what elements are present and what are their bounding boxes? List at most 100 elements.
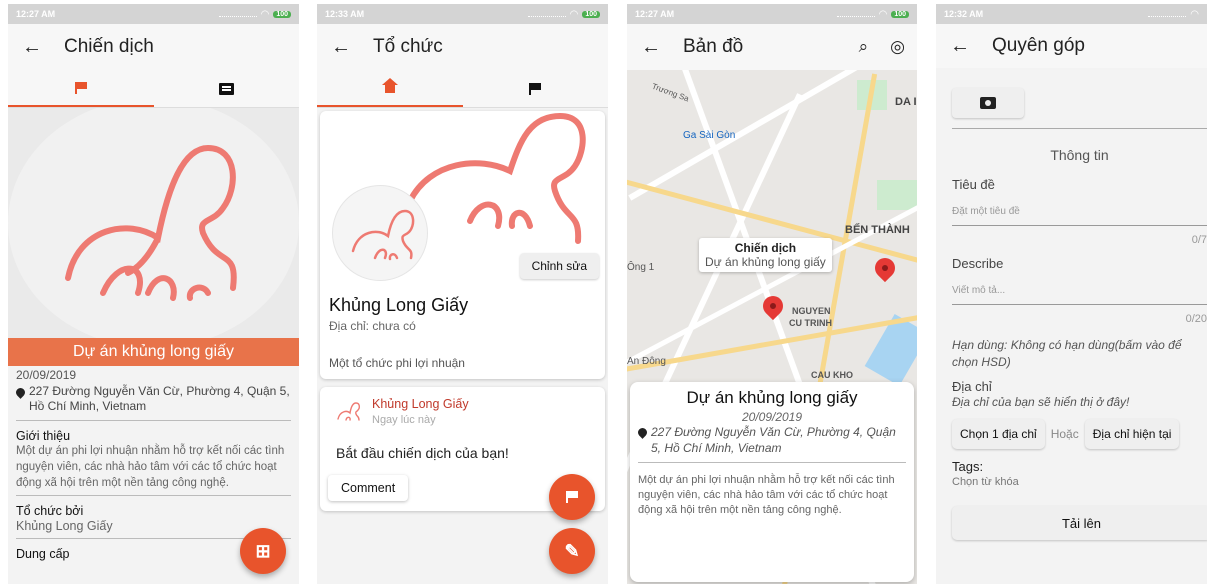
campaign-marker-icon[interactable] — [870, 253, 900, 283]
tab-bar — [8, 70, 299, 108]
app-bar: ← Tổ chức — [317, 24, 608, 70]
page-title: Quyên góp — [992, 35, 1085, 56]
comment-button[interactable]: Comment — [328, 475, 409, 501]
signal-icon — [218, 11, 257, 17]
wifi-icon: ◠ — [260, 8, 270, 20]
status-time: 12:32 AM — [944, 9, 984, 19]
add-comment-icon: ⊞ — [255, 540, 271, 561]
intro-text: Một dự án phi lợi nhuận nhằm hỗ trợ kết … — [16, 443, 291, 496]
status-time: 12:33 AM — [325, 9, 365, 19]
map-info-window[interactable]: Chiến dịch Dự án khủng long giấy — [699, 238, 832, 272]
message-icon — [218, 82, 234, 95]
donation-form: Thông tin Tiêu đề Đặt một tiêu đề 0/7 De… — [936, 88, 1207, 540]
campaign-banner: Dự án khủng long giấy — [8, 338, 299, 366]
wifi-icon: ◠ — [878, 8, 888, 20]
title-input[interactable]: Đặt một tiêu đề — [952, 206, 1207, 226]
back-arrow-icon[interactable]: ← — [22, 36, 42, 59]
flag-icon — [74, 81, 87, 94]
expiry-picker[interactable]: Hạn dùng: Không có hạn dùng(bấm vào để c… — [952, 337, 1207, 371]
dinosaur-avatar-icon — [351, 209, 415, 261]
campaign-image — [8, 108, 299, 338]
title-counter: 0/7 — [1191, 234, 1207, 246]
tags-picker[interactable]: Chọn từ khóa — [952, 476, 1207, 488]
location-pin-icon — [636, 426, 649, 439]
add-photo-button[interactable] — [952, 88, 1024, 118]
title-label: Tiêu đề — [952, 177, 995, 192]
tab-bar — [317, 70, 608, 108]
screen-campaign: 12:27 AM ◠ 100 ← Chiến dịch Dự án khủng l… — [8, 4, 299, 584]
organization-card: Chỉnh sửa Khủng Long Giấy Địa chỉ: chưa … — [320, 111, 605, 379]
screen-donation: 12:32 AM ◠ ← Quyên góp Thông tin Tiêu đề… — [936, 4, 1207, 584]
organization-name: Khủng Long Giấy — [329, 295, 469, 315]
organization-address: Địa chỉ: chưa có — [329, 319, 416, 333]
tab-campaigns[interactable] — [463, 70, 609, 107]
signal-icon — [1148, 11, 1187, 17]
app-bar: ← Bản đồ ⌕ ◎ — [627, 24, 917, 70]
status-bar: 12:33 AM ◠ 100 — [317, 4, 608, 24]
campaign-address: 227 Đường Nguyễn Văn Cừ, Phường 4, Quận … — [14, 384, 291, 421]
address-label: Địa chỉ — [952, 379, 992, 394]
choose-address-button[interactable]: Chọn 1 địa chỉ — [952, 419, 1045, 449]
my-location-icon[interactable]: ◎ — [890, 37, 905, 57]
tab-messages[interactable] — [154, 70, 300, 107]
post-author[interactable]: Khủng Long Giấy — [372, 397, 469, 411]
edit-button[interactable]: Chỉnh sửa — [519, 253, 599, 279]
battery-icon: 100 — [582, 10, 600, 18]
back-arrow-icon[interactable]: ← — [331, 36, 351, 59]
map-label: DA I — [895, 96, 917, 108]
status-time: 12:27 AM — [16, 9, 56, 19]
wifi-icon: ◠ — [569, 8, 579, 20]
back-arrow-icon[interactable]: ← — [950, 35, 970, 58]
app-bar: ← Chiến dịch — [8, 24, 299, 70]
address-note: Địa chỉ của bạn sẽ hiển thị ở đây! — [952, 395, 1130, 409]
map-label: CAU KHO — [811, 370, 853, 380]
describe-label: Describe — [952, 256, 1004, 271]
card-address: 227 Đường Nguyễn Văn Cừ, Phường 4, Quận … — [636, 424, 906, 463]
flag-icon — [566, 491, 578, 503]
describe-counter: 0/20 — [1185, 313, 1207, 325]
add-comment-fab[interactable]: ⊞ — [240, 528, 286, 574]
tab-home[interactable] — [317, 70, 463, 107]
tab-campaign[interactable] — [8, 70, 154, 107]
upload-button[interactable]: Tải lên — [952, 506, 1207, 540]
screen-organization: 12:33 AM ◠ 100 ← Tổ chức Chỉnh sửa Khủng … — [317, 4, 608, 584]
battery-icon: 100 — [273, 10, 291, 18]
map-label: CU TRINH — [789, 318, 832, 328]
card-description: Một dự án phi lợi nhuận nhằm hỗ trợ kết … — [638, 474, 895, 516]
map-view[interactable]: Trương Sa Ga Sài Gòn BẾN THÀNH DA I Ông … — [627, 70, 917, 584]
campaign-date: 20/09/2019 — [16, 368, 77, 382]
screen-map: 12:27 AM ◠ 100 ← Bản đồ ⌕ ◎ Trương Sa Ga … — [627, 4, 917, 584]
back-arrow-icon[interactable]: ← — [641, 36, 661, 59]
signal-icon — [527, 11, 566, 17]
post-avatar-icon — [337, 402, 361, 421]
search-icon[interactable]: ⌕ — [859, 37, 869, 57]
wifi-icon: ◠ — [1190, 8, 1199, 20]
page-title: Bản đồ — [683, 36, 744, 57]
intro-title: Giới thiệu — [16, 429, 71, 443]
info-window-subtitle: Dự án khủng long giấy — [705, 255, 826, 269]
campaign-marker-icon[interactable] — [758, 291, 788, 321]
post-time: Ngay lúc này — [372, 414, 436, 426]
describe-input[interactable]: Viết mô tả... — [952, 285, 1207, 305]
organizer-title: Tổ chức bởi — [16, 504, 84, 518]
location-pin-icon — [14, 386, 27, 399]
flag-icon — [529, 82, 542, 95]
page-title: Chiến dịch — [64, 36, 154, 57]
campaign-fab[interactable] — [549, 474, 595, 520]
status-time: 12:27 AM — [635, 9, 675, 19]
campaign-summary-card[interactable]: Dự án khủng long giấy 20/09/2019 227 Đườ… — [630, 382, 914, 582]
map-label: Ga Sài Gòn — [683, 130, 736, 141]
card-title: Dự án khủng long giấy — [686, 388, 858, 407]
map-label: An Đông — [627, 356, 666, 367]
map-label: Ông 1 — [627, 262, 655, 273]
edit-fab[interactable]: ✎ — [549, 528, 595, 574]
info-window-title: Chiến dịch — [734, 241, 797, 255]
card-date: 20/09/2019 — [741, 410, 803, 424]
app-bar: ← Quyên góp — [936, 24, 1207, 68]
current-address-button[interactable]: Địa chỉ hiện tại — [1084, 419, 1180, 449]
or-label: Hoặc — [1050, 427, 1079, 441]
map-label: Trương Sa — [650, 81, 691, 104]
signal-icon — [836, 11, 875, 17]
page-title: Tổ chức — [373, 36, 443, 57]
section-title: Thông tin — [1050, 147, 1109, 163]
